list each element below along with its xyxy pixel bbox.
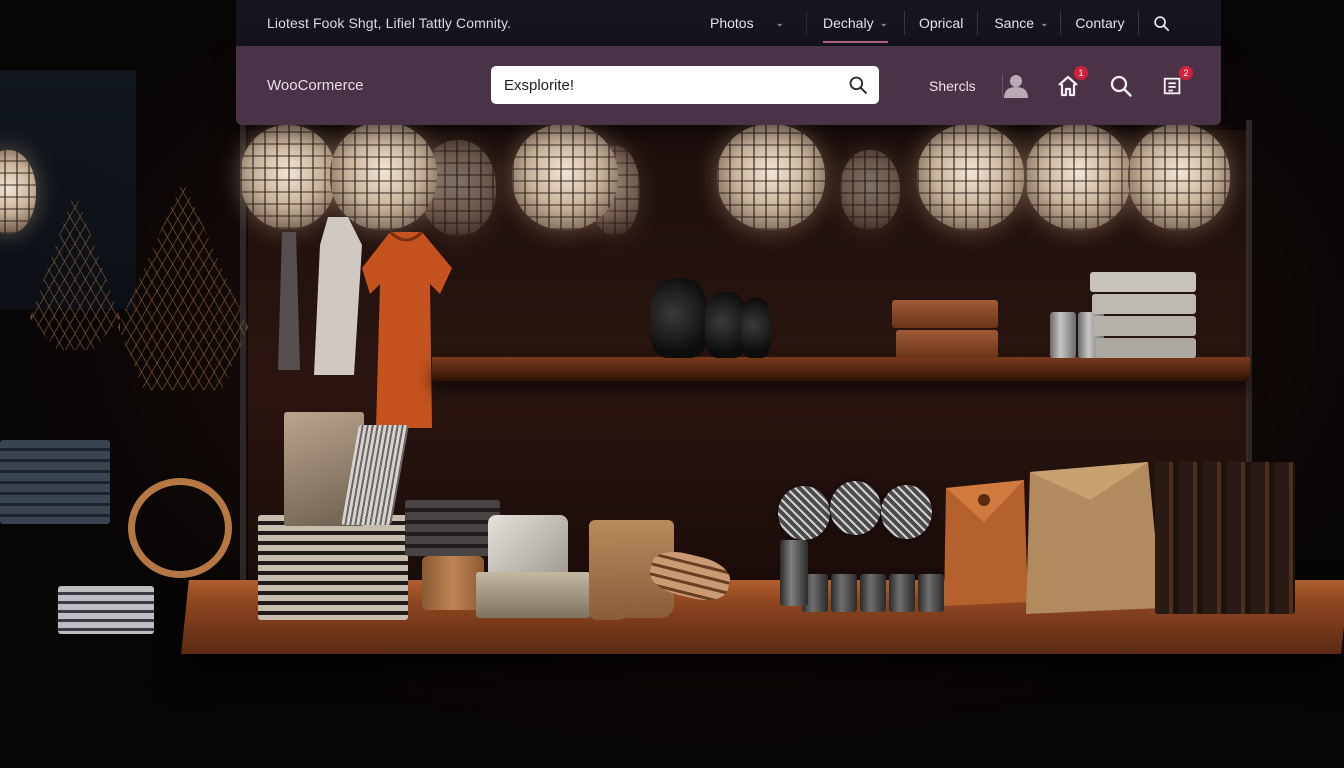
leather-pouch bbox=[944, 480, 1028, 606]
book-stack bbox=[892, 300, 998, 328]
towel-stack bbox=[1090, 272, 1196, 292]
brand-logo[interactable]: WooCormerce bbox=[267, 77, 363, 94]
dark-canister bbox=[831, 574, 857, 612]
nav-item-photos[interactable]: Photos ⌄ bbox=[710, 0, 784, 46]
search-submit-button[interactable] bbox=[841, 68, 875, 102]
round-pad bbox=[881, 485, 932, 539]
nav-divider bbox=[805, 11, 807, 35]
glass-bottle bbox=[650, 278, 708, 358]
storage-box bbox=[476, 572, 590, 618]
pendant-lamp bbox=[1025, 124, 1131, 230]
chevron-down-icon: ⌄ bbox=[1040, 17, 1049, 29]
dark-canister bbox=[780, 540, 808, 606]
nav-item-contary[interactable]: Contary bbox=[1075, 0, 1124, 46]
book-pile bbox=[405, 500, 500, 556]
cart-button[interactable]: 2 bbox=[1159, 66, 1193, 100]
towel-stack bbox=[1094, 316, 1196, 336]
dark-canister bbox=[889, 574, 915, 612]
header-search-button[interactable] bbox=[1107, 72, 1135, 100]
round-pad bbox=[778, 486, 830, 540]
book-stack bbox=[896, 330, 998, 358]
top-nav: Photos ⌄ Dechaly ⌄ Oprical Sance ⌄ Conta… bbox=[710, 0, 1170, 46]
nav-divider bbox=[977, 11, 979, 35]
pendant-lamp bbox=[512, 124, 618, 230]
search-icon bbox=[1154, 15, 1170, 31]
nav-item-sance[interactable]: Sance ⌄ bbox=[994, 0, 1048, 46]
announcement-text: Liotest Fook Shgt, Lifiel Tattly Comnity… bbox=[267, 15, 512, 31]
nav-divider bbox=[903, 11, 905, 35]
pendant-lamp bbox=[840, 150, 900, 230]
search-icon bbox=[1110, 75, 1132, 97]
nav-item-label: Dechaly bbox=[822, 15, 874, 31]
chevron-down-icon: ⌄ bbox=[879, 17, 888, 29]
grey-shirt bbox=[278, 232, 300, 370]
paper-stack bbox=[58, 586, 154, 634]
nav-item-dechaly[interactable]: Dechaly ⌄ bbox=[822, 0, 888, 46]
pendant-lamp bbox=[1128, 124, 1230, 230]
nav-divider bbox=[1060, 11, 1062, 35]
round-pad bbox=[830, 481, 881, 535]
main-header: WooCormerce Shercls 1 bbox=[236, 46, 1221, 125]
home-button[interactable]: 1 bbox=[1054, 66, 1088, 100]
wooden-ring bbox=[128, 478, 232, 578]
search-icon bbox=[849, 76, 867, 94]
towel-stack bbox=[1096, 338, 1196, 358]
notification-badge: 1 bbox=[1074, 66, 1088, 80]
search-bar bbox=[491, 66, 879, 104]
tin-can bbox=[1050, 312, 1076, 358]
cart-count-badge: 2 bbox=[1179, 66, 1193, 80]
nav-item-label: Photos bbox=[710, 15, 754, 31]
wooden-cup bbox=[422, 556, 484, 610]
wooden-shelf bbox=[432, 357, 1250, 381]
book-pile bbox=[258, 515, 408, 620]
nav-divider bbox=[1138, 11, 1140, 35]
paper-bag bbox=[1026, 462, 1162, 614]
glass-bottle bbox=[741, 298, 771, 358]
towel-stack bbox=[1092, 294, 1196, 314]
macrame-hanger bbox=[118, 180, 248, 390]
orange-tshirt bbox=[362, 230, 452, 428]
top-search-button[interactable] bbox=[1153, 0, 1170, 46]
shortcut-link[interactable]: Shercls bbox=[929, 78, 976, 94]
nav-item-label: Oprical bbox=[918, 15, 964, 31]
pendant-lamp bbox=[330, 122, 437, 230]
white-shirt bbox=[314, 217, 362, 375]
nav-item-label: Sance bbox=[994, 15, 1035, 31]
nav-item-oprical[interactable]: Oprical bbox=[919, 0, 963, 46]
pendant-lamp bbox=[240, 125, 336, 229]
book-row bbox=[1155, 462, 1295, 614]
pendant-lamp bbox=[717, 124, 825, 230]
chevron-down-icon: ⌄ bbox=[775, 17, 784, 29]
magazine-stack bbox=[0, 440, 110, 524]
account-button[interactable] bbox=[1002, 72, 1030, 100]
dark-canister bbox=[860, 574, 886, 612]
pendant-lamp bbox=[917, 124, 1024, 230]
search-input[interactable] bbox=[491, 66, 841, 104]
top-bar: Liotest Fook Shgt, Lifiel Tattly Comnity… bbox=[236, 0, 1221, 46]
user-icon bbox=[1004, 75, 1028, 98]
nav-item-label: Contary bbox=[1075, 15, 1125, 31]
